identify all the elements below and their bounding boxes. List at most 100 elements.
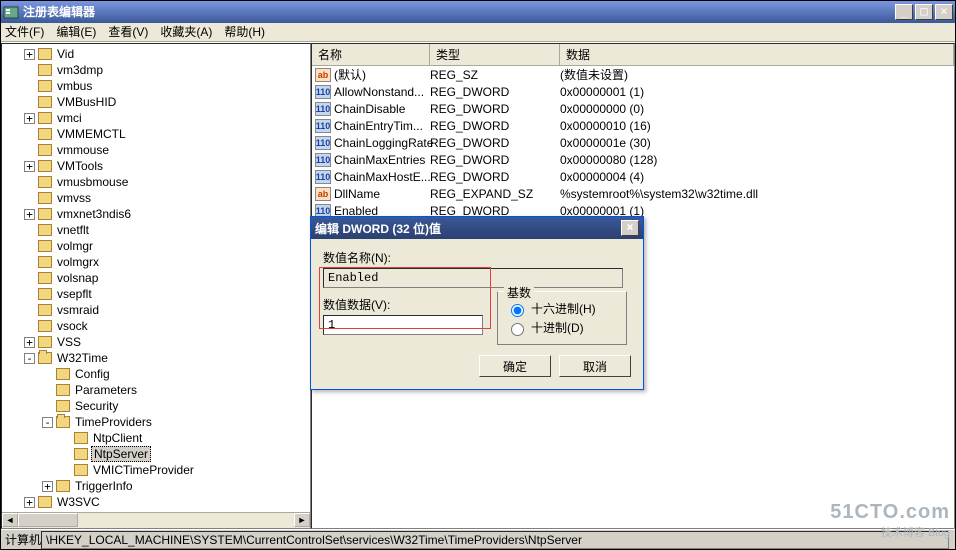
tree-item[interactable]: vsmraid	[6, 302, 310, 318]
registry-value-row[interactable]: 110ChainMaxEntriesREG_DWORD0x00000080 (1…	[312, 151, 954, 168]
folder-icon	[38, 288, 52, 300]
tree-label[interactable]: W3SVC	[55, 495, 102, 509]
dialog-titlebar[interactable]: 编辑 DWORD (32 位)值 ×	[311, 217, 643, 239]
tree-item[interactable]: NtpServer	[6, 446, 310, 462]
tree-label[interactable]: vmbus	[55, 79, 94, 93]
tree-item[interactable]: vsepflt	[6, 286, 310, 302]
tree-label[interactable]: vmci	[55, 111, 84, 125]
tree-label[interactable]: TimeProviders	[73, 415, 154, 429]
tree-item[interactable]: - TimeProviders	[6, 414, 310, 430]
scroll-thumb[interactable]	[18, 513, 78, 527]
tree-label[interactable]: volsnap	[55, 271, 100, 285]
tree-expander[interactable]: +	[24, 209, 35, 220]
tree-item[interactable]: volsnap	[6, 270, 310, 286]
registry-value-row[interactable]: abDllNameREG_EXPAND_SZ%systemroot%\syste…	[312, 185, 954, 202]
tree-label[interactable]: vm3dmp	[55, 63, 105, 77]
tree-label[interactable]: Config	[73, 367, 112, 381]
tree-expander[interactable]: +	[42, 481, 53, 492]
cancel-button[interactable]: 取消	[559, 355, 631, 377]
tree-item[interactable]: VMMEMCTL	[6, 126, 310, 142]
tree-item[interactable]: + Vid	[6, 46, 310, 62]
tree-label[interactable]: VMMEMCTL	[55, 127, 128, 141]
tree-item[interactable]: vmbus	[6, 78, 310, 94]
close-button[interactable]: ×	[935, 4, 953, 20]
registry-value-row[interactable]: 110ChainDisableREG_DWORD0x00000000 (0)	[312, 100, 954, 117]
col-data[interactable]: 数据	[560, 44, 954, 65]
tree-label[interactable]: VMBusHID	[55, 95, 118, 109]
tree-item[interactable]: VMBusHID	[6, 94, 310, 110]
tree-label[interactable]: vsock	[55, 319, 90, 333]
maximize-button[interactable]: □	[915, 4, 933, 20]
tree-item[interactable]: + vmxnet3ndis6	[6, 206, 310, 222]
tree-pane[interactable]: + Vid vm3dmp vmbus VMBusHID + vmci VMMEMCTL vmmo…	[1, 43, 311, 529]
tree-label[interactable]: VMICTimeProvider	[91, 463, 196, 477]
tree-expander[interactable]: -	[42, 417, 53, 428]
tree-item[interactable]: vm3dmp	[6, 62, 310, 78]
tree-item[interactable]: vmusbmouse	[6, 174, 310, 190]
tree-scrollbar-h[interactable]: ◄ ►	[2, 512, 310, 528]
scroll-right-button[interactable]: ►	[294, 513, 310, 527]
tree-item[interactable]: Parameters	[6, 382, 310, 398]
dialog-close-button[interactable]: ×	[621, 220, 639, 236]
tree-item[interactable]: vsock	[6, 318, 310, 334]
tree-item[interactable]: + VSS	[6, 334, 310, 350]
tree-label[interactable]: vmvss	[55, 191, 93, 205]
tree-item[interactable]: volmgr	[6, 238, 310, 254]
tree-label[interactable]: volmgrx	[55, 255, 101, 269]
registry-value-row[interactable]: 110ChainMaxHostE...REG_DWORD0x00000004 (…	[312, 168, 954, 185]
tree-expander[interactable]: +	[24, 161, 35, 172]
tree-expander[interactable]: -	[24, 353, 35, 364]
col-name[interactable]: 名称	[312, 44, 430, 65]
tree-item[interactable]: vmmouse	[6, 142, 310, 158]
ok-button[interactable]: 确定	[479, 355, 551, 377]
scroll-left-button[interactable]: ◄	[2, 513, 18, 527]
tree-item[interactable]: VMICTimeProvider	[6, 462, 310, 478]
tree-item[interactable]: vnetflt	[6, 222, 310, 238]
tree-item[interactable]: Security	[6, 398, 310, 414]
tree-item[interactable]: volmgrx	[6, 254, 310, 270]
col-type[interactable]: 类型	[430, 44, 560, 65]
registry-value-row[interactable]: ab(默认)REG_SZ(数值未设置)	[312, 66, 954, 83]
tree-label[interactable]: vmxnet3ndis6	[55, 207, 133, 221]
radio-hex[interactable]	[511, 304, 524, 317]
tree-expander[interactable]: +	[24, 337, 35, 348]
tree-expander[interactable]: +	[24, 113, 35, 124]
tree-label[interactable]: vsepflt	[55, 287, 94, 301]
registry-value-row[interactable]: 110ChainEntryTim...REG_DWORD0x00000010 (…	[312, 117, 954, 134]
tree-item[interactable]: vmvss	[6, 190, 310, 206]
tree-label[interactable]: TriggerInfo	[73, 479, 135, 493]
tree-label[interactable]: NtpServer	[91, 446, 151, 462]
tree-item[interactable]: - W32Time	[6, 350, 310, 366]
tree-expander[interactable]: +	[24, 49, 35, 60]
tree-item[interactable]: + VMTools	[6, 158, 310, 174]
tree-item[interactable]: + W3SVC	[6, 494, 310, 510]
tree-label[interactable]: vmmouse	[55, 143, 111, 157]
tree-label[interactable]: vsmraid	[55, 303, 101, 317]
tree-label[interactable]: Parameters	[73, 383, 139, 397]
value-data-input[interactable]	[323, 315, 483, 335]
minimize-button[interactable]: _	[895, 4, 913, 20]
menu-view[interactable]: 查看(V)	[108, 23, 148, 40]
tree-label[interactable]: VMTools	[55, 159, 105, 173]
tree-label[interactable]: Vid	[55, 47, 76, 61]
tree-label[interactable]: vmusbmouse	[55, 175, 130, 189]
tree-item[interactable]: NtpClient	[6, 430, 310, 446]
tree-item[interactable]: + TriggerInfo	[6, 478, 310, 494]
menu-favorites[interactable]: 收藏夹(A)	[160, 23, 212, 40]
registry-value-row[interactable]: 110ChainLoggingRateREG_DWORD0x0000001e (…	[312, 134, 954, 151]
tree-label[interactable]: NtpClient	[91, 431, 144, 445]
tree-item[interactable]: Config	[6, 366, 310, 382]
menu-file[interactable]: 文件(F)	[5, 23, 44, 40]
tree-label[interactable]: W32Time	[55, 351, 110, 365]
titlebar[interactable]: 注册表编辑器 _ □ ×	[1, 1, 955, 23]
tree-label[interactable]: Security	[73, 399, 120, 413]
tree-label[interactable]: volmgr	[55, 239, 95, 253]
tree-expander[interactable]: +	[24, 497, 35, 508]
radio-dec[interactable]	[511, 323, 524, 336]
registry-value-row[interactable]: 110AllowNonstand...REG_DWORD0x00000001 (…	[312, 83, 954, 100]
tree-label[interactable]: VSS	[55, 335, 83, 349]
tree-label[interactable]: vnetflt	[55, 223, 91, 237]
menu-edit[interactable]: 编辑(E)	[56, 23, 96, 40]
menu-help[interactable]: 帮助(H)	[224, 23, 265, 40]
tree-item[interactable]: + vmci	[6, 110, 310, 126]
